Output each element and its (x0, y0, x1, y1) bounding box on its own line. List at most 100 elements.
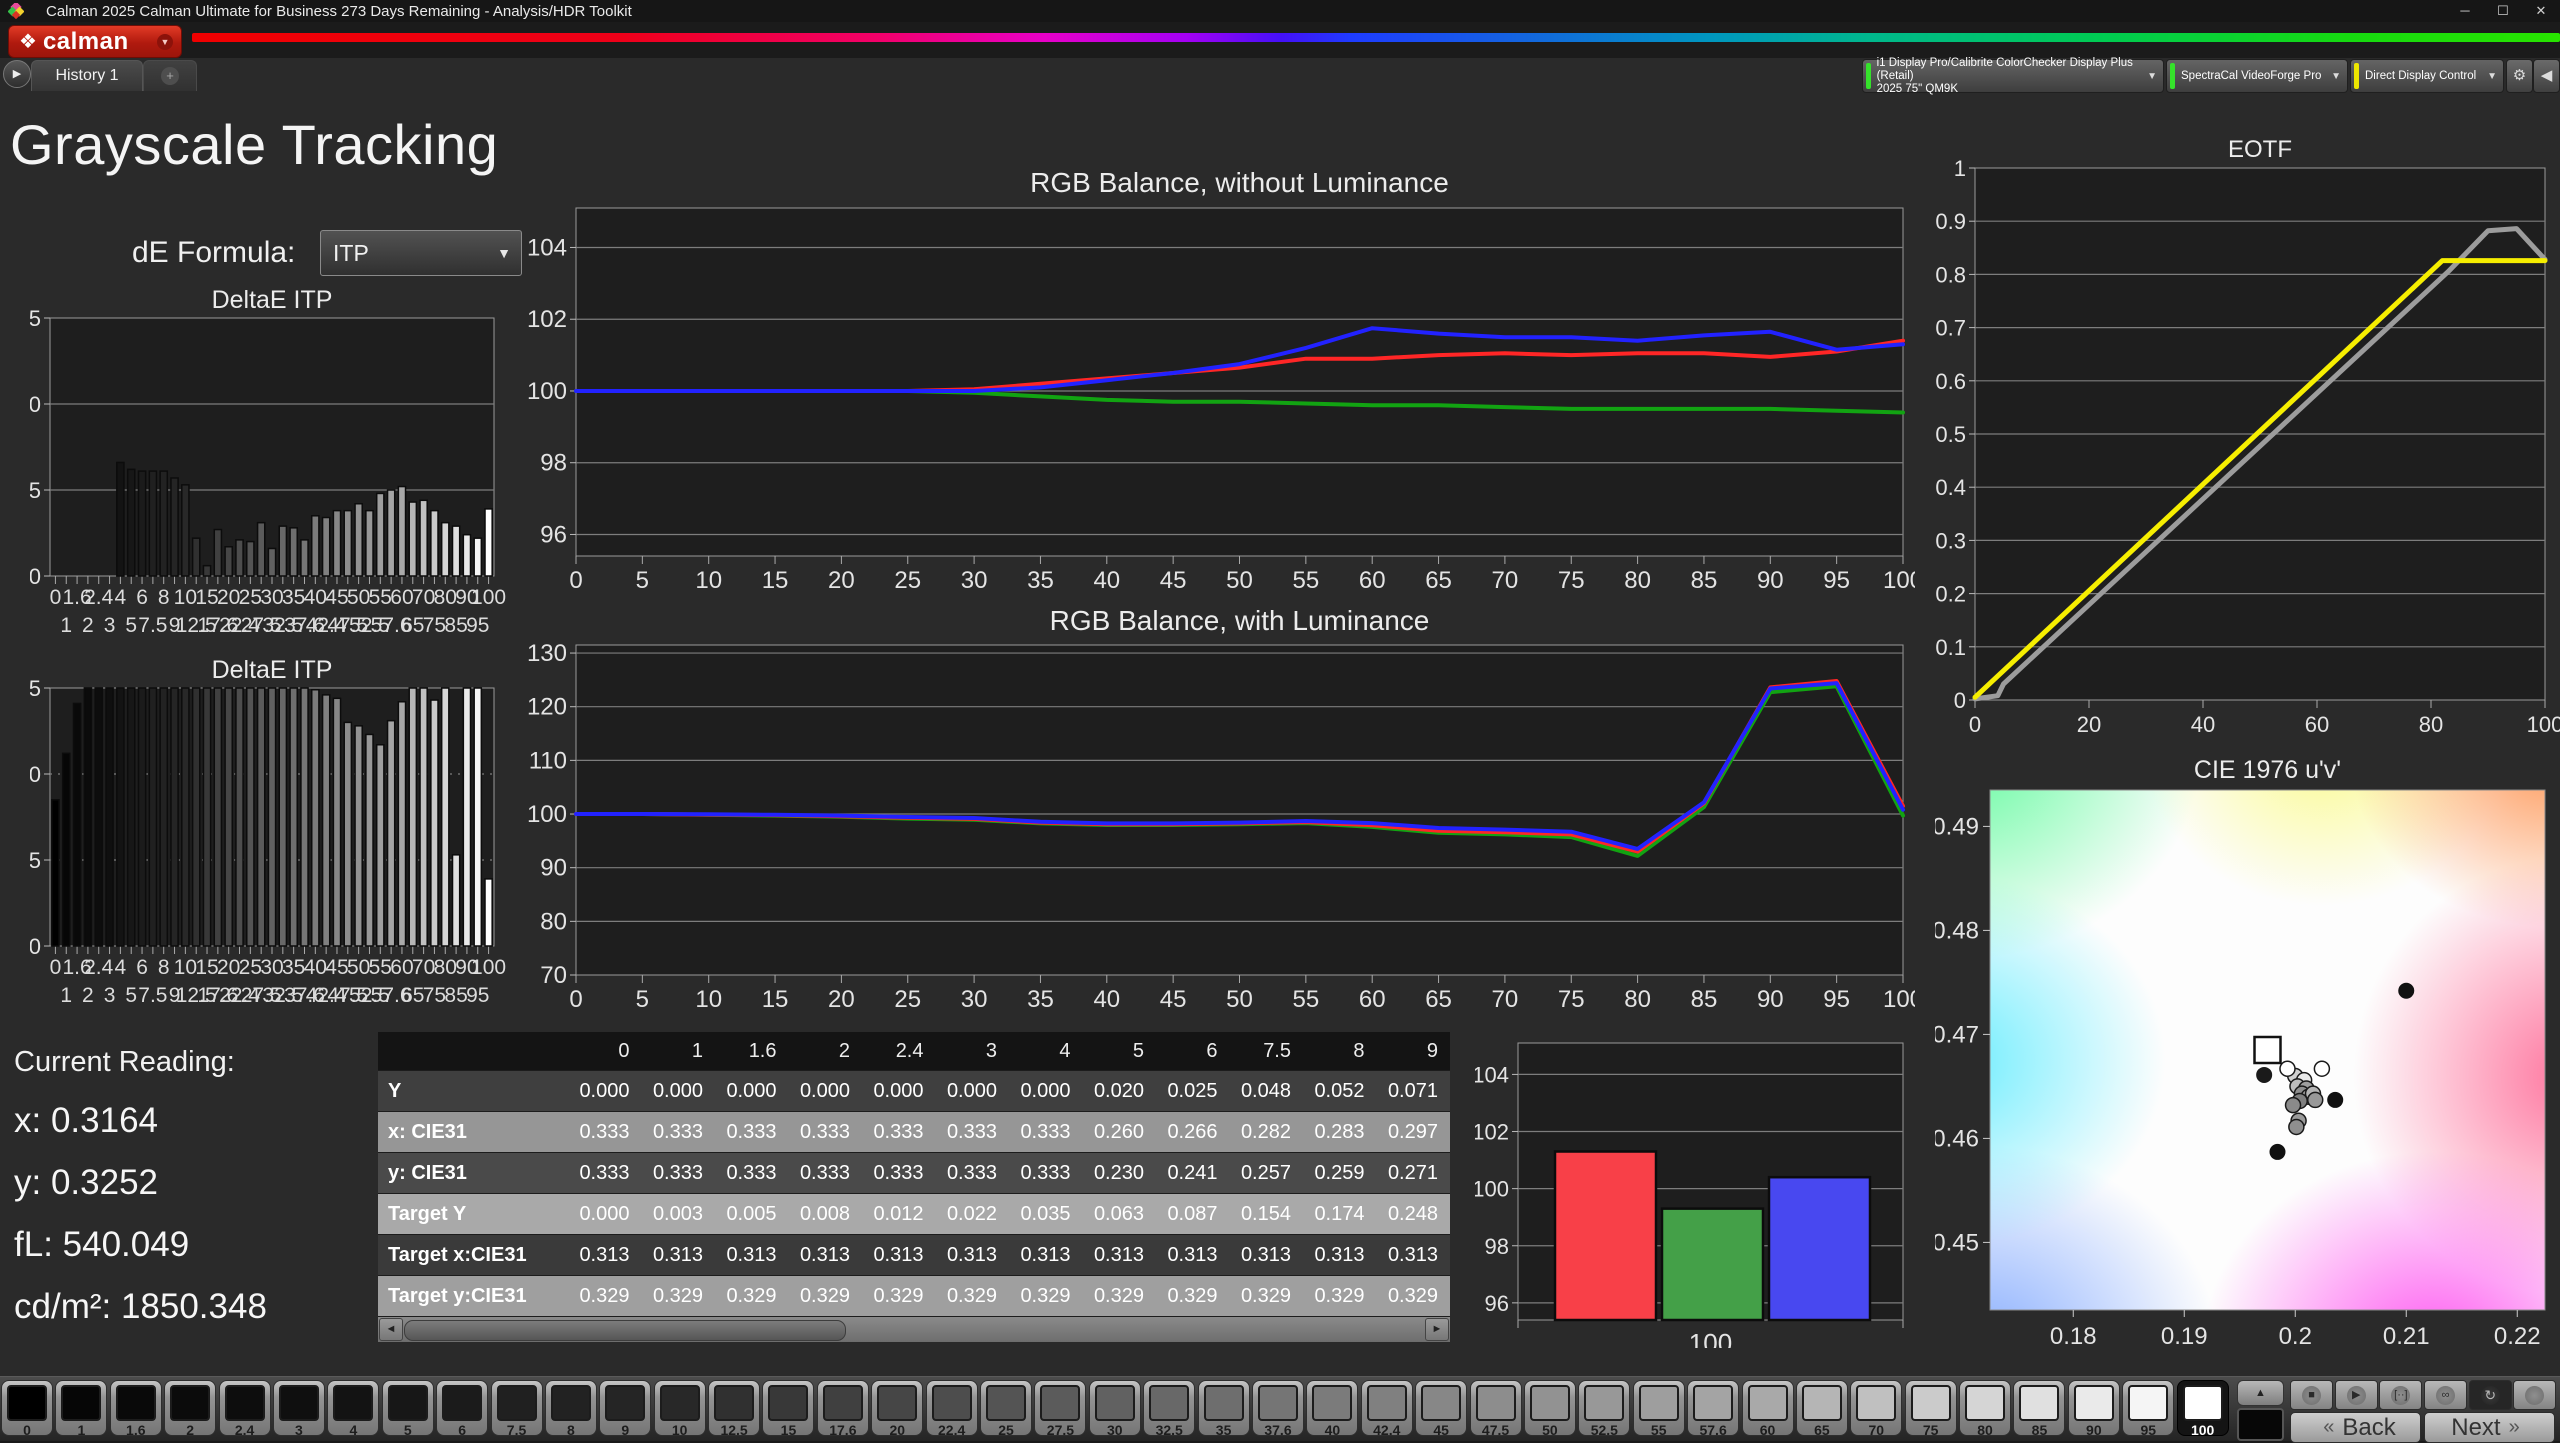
add-tab-button[interactable]: + (143, 60, 197, 91)
svg-text:96: 96 (540, 521, 567, 548)
pattern-step-47.5[interactable]: 47.5 (1470, 1380, 1522, 1436)
pattern-step-30[interactable]: 30 (1089, 1380, 1141, 1436)
chevron-down-icon[interactable]: ▼ (157, 34, 173, 50)
next-button[interactable]: Next » (2424, 1412, 2555, 1443)
pattern-step-2.4[interactable]: 2.4 (219, 1380, 271, 1436)
pattern-up-button[interactable]: ▲ (2237, 1380, 2284, 1406)
svg-text:0.9: 0.9 (1935, 209, 1966, 234)
pattern-step-55[interactable]: 55 (1633, 1380, 1685, 1436)
maximize-button[interactable]: ☐ (2484, 1, 2522, 21)
de-formula-select[interactable]: ITP ▼ (320, 230, 522, 276)
pattern-step-1.6[interactable]: 1.6 (110, 1380, 162, 1436)
close-button[interactable]: ✕ (2522, 1, 2560, 21)
chart-svg: 9698100102104100 (1475, 1033, 1920, 1348)
svg-text:1: 1 (60, 614, 72, 637)
pattern-step-35[interactable]: 35 (1198, 1380, 1250, 1436)
pattern-step-100[interactable]: 100 (2177, 1380, 2229, 1436)
pattern-step-25[interactable]: 25 (980, 1380, 1032, 1436)
pattern-step-4[interactable]: 4 (327, 1380, 379, 1436)
pattern-step-10[interactable]: 10 (654, 1380, 706, 1436)
table-hscrollbar[interactable]: ◄► (378, 1317, 1450, 1342)
svg-text:20: 20 (2077, 712, 2101, 737)
pattern-step-2[interactable]: 2 (164, 1380, 216, 1436)
continuous-button[interactable]: ∞ (2424, 1380, 2467, 1410)
svg-text:15: 15 (762, 567, 789, 594)
scrollbar-thumb[interactable] (404, 1320, 846, 1341)
table-cell: 0.313 (789, 1244, 863, 1267)
deltae-bar (344, 722, 351, 946)
svg-text:0.1: 0.1 (1935, 635, 1966, 660)
svg-text:10: 10 (30, 392, 41, 417)
refresh-button[interactable]: ↻ (2469, 1380, 2512, 1410)
table-row: Target y:CIE310.3290.3290.3290.3290.3290… (378, 1276, 1450, 1317)
pattern-step-80[interactable]: 80 (1959, 1380, 2011, 1436)
pattern-step-22.4[interactable]: 22.4 (926, 1380, 978, 1436)
pattern-step-15[interactable]: 15 (762, 1380, 814, 1436)
deltae-bar (485, 879, 492, 946)
svg-text:40: 40 (1093, 567, 1120, 594)
play-button[interactable]: ▶ (2335, 1380, 2378, 1410)
pattern-step-1[interactable]: 1 (55, 1380, 107, 1436)
measurement-point (2280, 1061, 2295, 1076)
back-button[interactable]: « Back (2290, 1412, 2421, 1443)
pattern-swatch (660, 1385, 700, 1421)
pattern-step-27.5[interactable]: 27.5 (1034, 1380, 1086, 1436)
pattern-window-preview[interactable] (2237, 1408, 2284, 1441)
pattern-step-7.5[interactable]: 7.5 (491, 1380, 543, 1436)
pattern-step-3[interactable]: 3 (273, 1380, 325, 1436)
pattern-step-label: 52.5 (1579, 1422, 1629, 1438)
deltae-bar (344, 511, 351, 576)
scroll-left-arrow[interactable]: ◄ (379, 1318, 403, 1341)
stop-button[interactable]: ■ (2290, 1380, 2333, 1410)
pattern-step-40[interactable]: 40 (1306, 1380, 1358, 1436)
svg-text:25: 25 (239, 586, 262, 609)
pattern-step-9[interactable]: 9 (599, 1380, 651, 1436)
display-control-button[interactable]: Direct Display Control ▼ (2350, 59, 2504, 93)
svg-text:75: 75 (1558, 986, 1585, 1013)
meter-device-button[interactable]: i1 Display Pro/Calibrite ColorChecker Di… (1862, 59, 2164, 93)
pattern-step-85[interactable]: 85 (2013, 1380, 2065, 1436)
pattern-step-label: 17.6 (818, 1422, 868, 1438)
collapse-panel-button[interactable]: ◀ (2533, 59, 2560, 93)
tab-history-1[interactable]: History 1 (31, 60, 143, 91)
blank-button[interactable] (2513, 1380, 2556, 1410)
pattern-step-75[interactable]: 75 (1905, 1380, 1957, 1436)
pattern-step-0[interactable]: 0 (1, 1380, 53, 1436)
gear-icon: ⚙ (2513, 67, 2526, 84)
pattern-step-17.6[interactable]: 17.6 (817, 1380, 869, 1436)
measurement-table: 011.622.434567.589Y0.0000.0000.0000.0000… (378, 1032, 1450, 1342)
pattern-window-button[interactable]: [··] (2379, 1380, 2422, 1410)
svg-text:45: 45 (1160, 567, 1187, 594)
deltae-bar (279, 688, 286, 946)
svg-text:40: 40 (304, 586, 327, 609)
pattern-step-95[interactable]: 95 (2122, 1380, 2174, 1436)
pattern-step-45[interactable]: 45 (1415, 1380, 1467, 1436)
pattern-step-8[interactable]: 8 (545, 1380, 597, 1436)
deltae-bar (453, 855, 460, 946)
deltae-bar (355, 504, 362, 576)
pattern-step-60[interactable]: 60 (1742, 1380, 1794, 1436)
settings-button[interactable]: ⚙ (2506, 59, 2533, 93)
pattern-step-90[interactable]: 90 (2068, 1380, 2120, 1436)
source-device-button[interactable]: SpectraCal VideoForge Pro ▼ (2166, 59, 2348, 93)
svg-text:85: 85 (444, 614, 467, 637)
pattern-step-37.6[interactable]: 37.6 (1252, 1380, 1304, 1436)
pattern-step-20[interactable]: 20 (871, 1380, 923, 1436)
svg-text:80: 80 (540, 908, 567, 935)
pattern-step-50[interactable]: 50 (1524, 1380, 1576, 1436)
scroll-right-arrow[interactable]: ► (1425, 1318, 1449, 1341)
pattern-step-5[interactable]: 5 (382, 1380, 434, 1436)
pattern-swatch (1965, 1385, 2005, 1421)
calman-menu-button[interactable]: ❖ calman ▼ (8, 25, 182, 58)
pattern-step-70[interactable]: 70 (1850, 1380, 1902, 1436)
pattern-step-52.5[interactable]: 52.5 (1578, 1380, 1630, 1436)
pattern-step-12.5[interactable]: 12.5 (708, 1380, 760, 1436)
pattern-step-65[interactable]: 65 (1796, 1380, 1848, 1436)
pattern-step-6[interactable]: 6 (436, 1380, 488, 1436)
run-button[interactable]: ▶ (3, 60, 31, 88)
svg-text:70: 70 (412, 956, 435, 979)
pattern-step-32.5[interactable]: 32.5 (1143, 1380, 1195, 1436)
pattern-step-42.4[interactable]: 42.4 (1361, 1380, 1413, 1436)
minimize-button[interactable]: ─ (2446, 1, 2484, 21)
pattern-step-57.6[interactable]: 57.6 (1687, 1380, 1739, 1436)
